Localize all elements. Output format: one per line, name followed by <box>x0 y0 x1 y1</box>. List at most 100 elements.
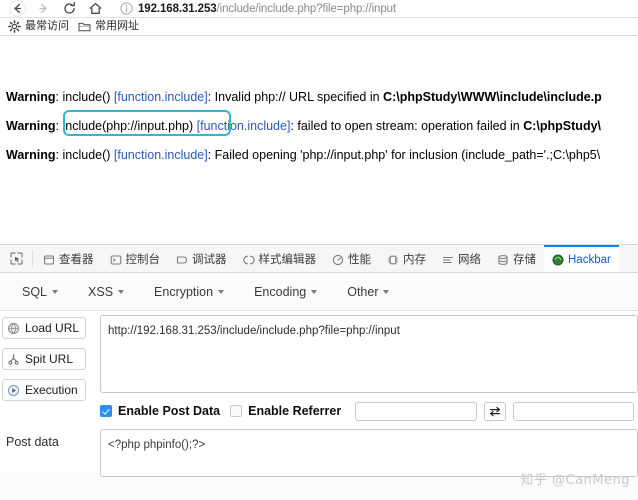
tab-label: 存储 <box>513 253 536 266</box>
reload-icon <box>63 1 75 14</box>
load-url-icon <box>8 322 19 334</box>
split-url-icon <box>8 353 19 365</box>
element-picker-icon <box>10 252 22 265</box>
tab-performance[interactable]: 性能 <box>324 245 379 272</box>
reload-button[interactable] <box>56 0 82 17</box>
warning-doc-link[interactable]: [function.include] <box>197 119 291 133</box>
toolbar-divider <box>0 17 638 18</box>
post-data-textarea[interactable]: <?php phpinfo();?> <box>100 429 638 477</box>
action-label: Load URL <box>25 321 80 335</box>
back-button[interactable] <box>4 0 30 17</box>
swap-fields-button[interactable] <box>483 401 506 421</box>
tab-debugger[interactable]: 调试器 <box>168 245 235 272</box>
home-icon <box>89 2 101 14</box>
tab-label: 控制台 <box>125 253 161 266</box>
split-url-button[interactable]: Spit URL <box>2 348 86 370</box>
console-icon <box>110 254 122 266</box>
hackbar-menubar: SQL XSS Encryption Encoding Other <box>0 273 638 311</box>
address-bar-url[interactable]: 192.168.31.253/include/include.php?file=… <box>138 2 396 16</box>
tab-label: 网络 <box>458 253 481 266</box>
hackbar-post-area: <?php phpinfo();?> <box>100 429 638 477</box>
home-button[interactable] <box>82 0 108 17</box>
bookmarks-bar: 最常访问 常用网址 <box>0 17 638 35</box>
hackbar-menu-xss[interactable]: XSS <box>88 284 125 299</box>
menu-label: XSS <box>88 284 114 299</box>
enable-referrer-checkbox[interactable] <box>230 405 243 417</box>
inspector-icon <box>43 254 55 266</box>
execution-button[interactable]: Execution <box>2 379 86 401</box>
devtools-tabbar: 查看器 控制台 调试器 样式编辑器 性能 内存 网络 存储 Hackbar <box>0 245 638 273</box>
warning-label: Warning <box>6 119 56 133</box>
referrer-field-a[interactable] <box>355 401 477 421</box>
tab-label: 样式编辑器 <box>258 253 317 266</box>
menu-label: Encoding <box>254 284 307 299</box>
style-editor-icon <box>242 254 255 266</box>
tab-storage[interactable]: 存储 <box>489 245 544 272</box>
warning-message: : Invalid php:// URL specified in <box>207 90 384 104</box>
tabbar-divider <box>32 250 33 267</box>
tab-label: 内存 <box>403 253 426 266</box>
tab-network[interactable]: 网络 <box>434 245 489 272</box>
bookmark-label: 常用网址 <box>95 19 139 32</box>
warning-label: Warning <box>6 148 56 162</box>
warning-function: include(php://input.php) <box>62 119 194 133</box>
gear-icon <box>8 19 21 33</box>
action-label: Spit URL <box>25 352 74 366</box>
tab-console[interactable]: 控制台 <box>102 245 169 272</box>
enable-post-data-checkbox[interactable] <box>100 405 112 417</box>
execute-icon <box>8 384 19 396</box>
warning-function: include() <box>62 148 111 162</box>
tab-label: Hackbar <box>568 253 611 266</box>
bookmark-item-common-sites[interactable]: 常用网址 <box>76 19 143 34</box>
warning-label: Warning <box>6 90 56 104</box>
enable-referrer-label: Enable Referrer <box>248 404 342 418</box>
tab-hackbar[interactable]: Hackbar <box>544 245 619 272</box>
warning-function: include() <box>62 90 111 104</box>
element-picker-button[interactable] <box>2 245 30 272</box>
warning-message: : failed to open stream: operation faile… <box>290 119 524 133</box>
referrer-field-b[interactable] <box>512 401 634 421</box>
tab-inspector[interactable]: 查看器 <box>35 245 102 272</box>
php-warning-line: Warning: include() [function.include]: I… <box>6 90 602 104</box>
browser-toolbar: 192.168.31.253/include/include.php?file=… <box>0 0 638 17</box>
hackbar-menu-encoding[interactable]: Encoding <box>254 284 318 299</box>
tab-style-editor[interactable]: 样式编辑器 <box>235 245 325 272</box>
tab-memory[interactable]: 内存 <box>379 245 434 272</box>
hackbar-menu-sql[interactable]: SQL <box>22 284 59 299</box>
hackbar-menu-encryption[interactable]: Encryption <box>154 284 225 299</box>
debugger-icon <box>176 254 188 266</box>
devtools-panel: 查看器 控制台 调试器 样式编辑器 性能 内存 网络 存储 Hackbar SQ… <box>0 244 638 500</box>
swap-arrows-icon <box>489 406 500 416</box>
chevron-down-icon <box>383 289 390 294</box>
tab-label: 调试器 <box>192 253 227 266</box>
url-textarea[interactable]: http://192.168.31.253/include/include.ph… <box>100 315 638 393</box>
hackbar-body: Load URL Spit URL Execution http://192.1… <box>0 311 638 477</box>
bookmark-label: 最常访问 <box>25 19 69 32</box>
menu-label: Encryption <box>154 284 214 299</box>
chevron-down-icon <box>311 289 318 294</box>
performance-icon <box>332 254 344 266</box>
page-content: Warning: include() [function.include]: I… <box>0 36 638 244</box>
hackbar-menu-other[interactable]: Other <box>347 284 390 299</box>
hackbar-actions: Load URL Spit URL Execution <box>0 311 90 410</box>
forward-arrow-icon <box>38 3 47 14</box>
hackbar-options-row: Enable Post Data Enable Referrer <box>100 399 634 423</box>
storage-icon <box>497 254 509 266</box>
address-bar[interactable]: 192.168.31.253/include/include.php?file=… <box>120 0 632 17</box>
warning-doc-link[interactable]: [function.include] <box>114 90 208 104</box>
menu-label: SQL <box>22 284 48 299</box>
hackbar-url-area: http://192.168.31.253/include/include.ph… <box>100 315 638 393</box>
warning-doc-link[interactable]: [function.include] <box>114 148 208 162</box>
tab-label: 查看器 <box>59 253 94 266</box>
bookmark-item-most-visited[interactable]: 最常访问 <box>6 19 73 34</box>
load-url-button[interactable]: Load URL <box>2 317 86 339</box>
memory-icon <box>387 254 399 266</box>
info-icon[interactable] <box>120 2 133 15</box>
folder-icon <box>78 22 91 31</box>
forward-button[interactable] <box>30 0 56 17</box>
url-host: 192.168.31.253 <box>138 2 217 15</box>
chevron-down-icon <box>118 289 125 294</box>
chevron-down-icon <box>52 289 59 294</box>
php-warning-line: Warning: include() [function.include]: F… <box>6 148 601 162</box>
menu-label: Other <box>347 284 379 299</box>
